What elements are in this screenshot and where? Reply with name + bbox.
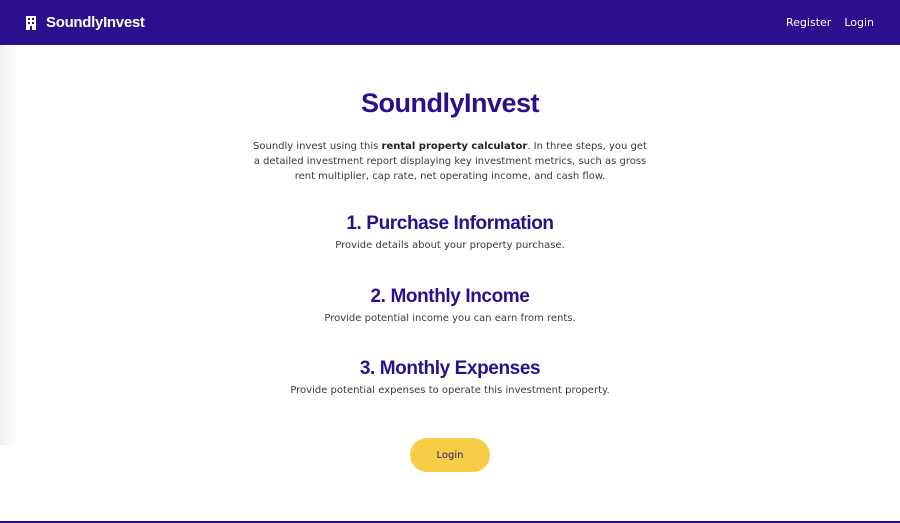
main-content: SoundlyInvest Soundly invest using this … bbox=[0, 45, 900, 521]
top-navbar: SoundlyInvest Register Login bbox=[0, 0, 900, 45]
step-description: Provide details about your property purc… bbox=[335, 240, 565, 251]
step-title: 2. Monthly Income bbox=[370, 286, 530, 307]
step-purchase-information: 1. Purchase Information Provide details … bbox=[200, 212, 700, 253]
login-button[interactable]: Login bbox=[410, 438, 490, 472]
brand-link[interactable]: SoundlyInvest bbox=[26, 14, 145, 31]
step-description: Provide potential income you can earn fr… bbox=[324, 313, 576, 324]
step-monthly-income: 2. Monthly Income Provide potential inco… bbox=[200, 285, 700, 326]
register-link[interactable]: Register bbox=[786, 16, 831, 29]
intro-bold-text: rental property calculator bbox=[381, 141, 528, 152]
intro-text: Soundly invest using this rental propert… bbox=[250, 139, 650, 184]
intro-text-start: Soundly invest using this bbox=[253, 141, 382, 152]
step-title: 3. Monthly Expenses bbox=[359, 358, 541, 379]
step-title: 1. Purchase Information bbox=[346, 213, 554, 234]
brand-name: SoundlyInvest bbox=[46, 14, 145, 31]
building-icon bbox=[26, 15, 36, 30]
step-monthly-expenses: 3. Monthly Expenses Provide potential ex… bbox=[200, 357, 700, 398]
login-link[interactable]: Login bbox=[844, 16, 874, 29]
step-description: Provide potential expenses to operate th… bbox=[290, 385, 610, 396]
nav-links: Register Login bbox=[786, 16, 874, 29]
page-title: SoundlyInvest bbox=[360, 88, 540, 118]
